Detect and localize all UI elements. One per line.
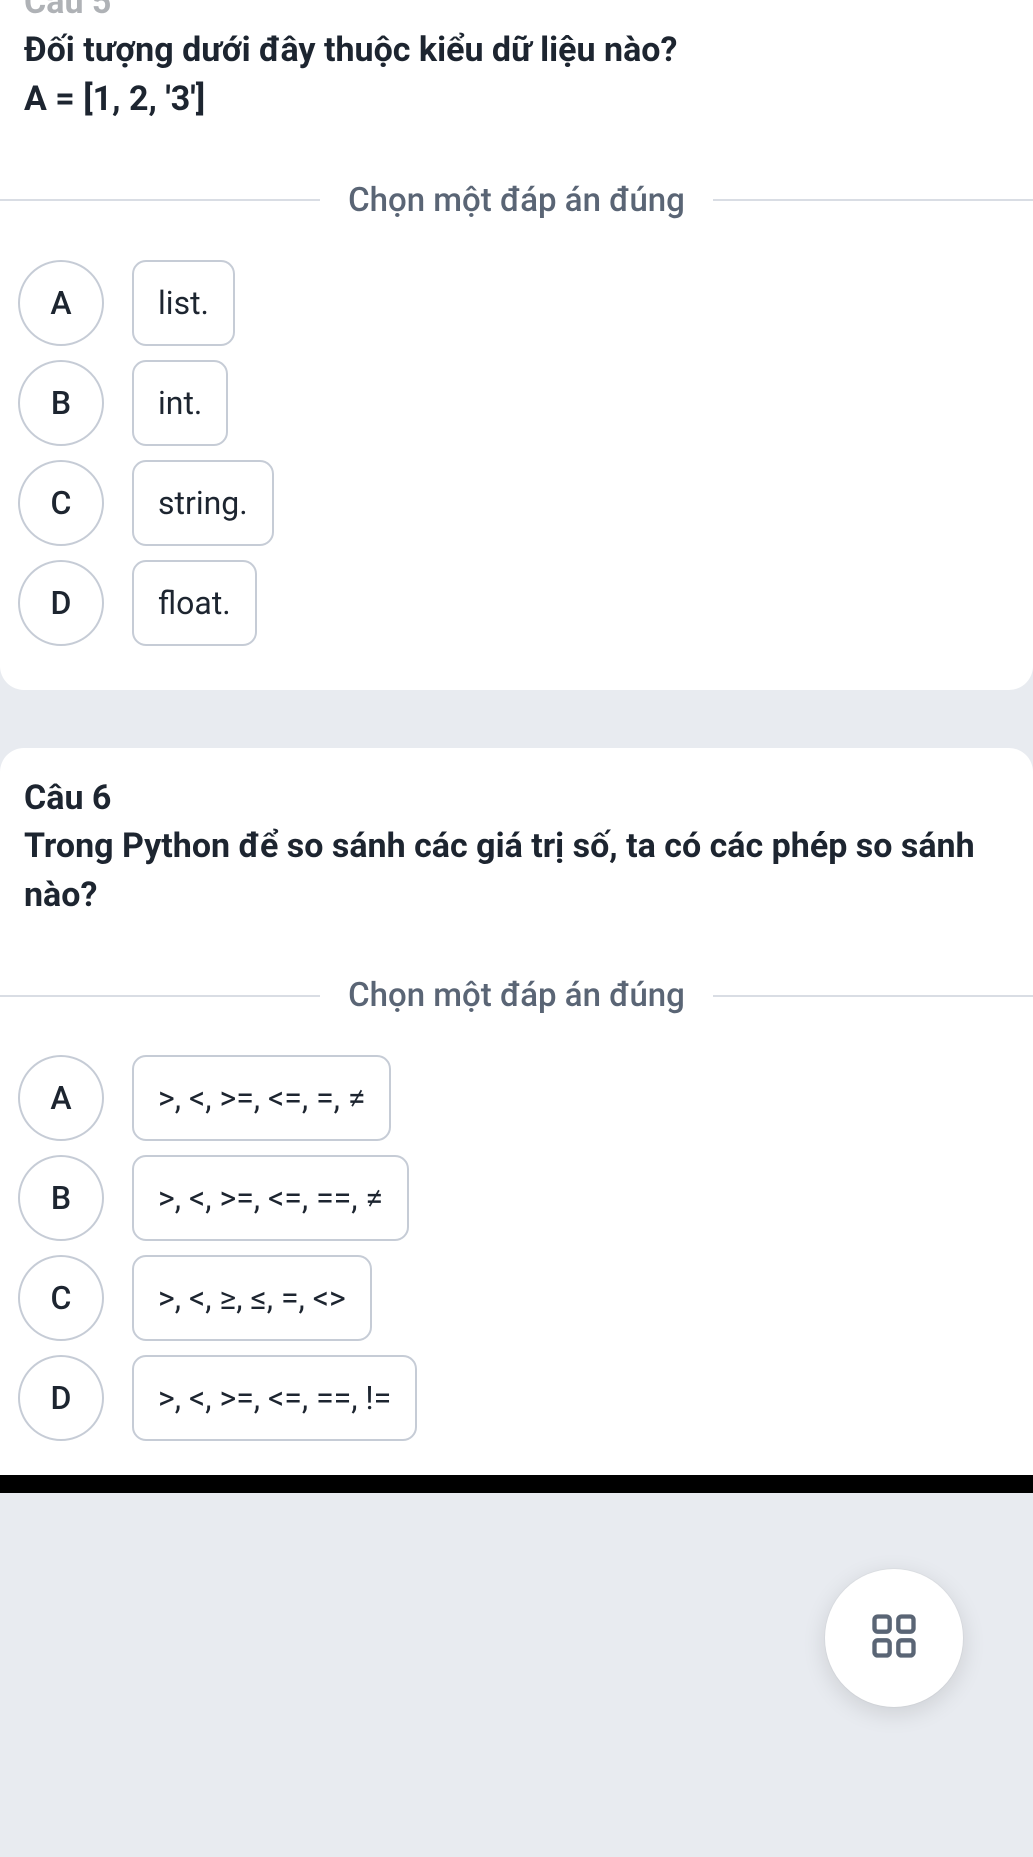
question-number: Câu 5 [24, 0, 1009, 22]
option-text: >, <, >=, <=, =, ≠ [132, 1055, 391, 1141]
question-text-line2: A = [1, 2, '3'] [24, 75, 1009, 124]
option-letter: D [18, 560, 104, 646]
question-header: Câu 6 Trong Python để so sánh các giá tr… [0, 778, 1033, 941]
option-text: string. [132, 460, 274, 546]
option-d[interactable]: D float. [18, 560, 1015, 646]
option-letter: C [18, 460, 104, 546]
option-b[interactable]: B >, <, >=, <=, ==, ≠ [18, 1155, 1015, 1241]
divider-line-left [0, 199, 320, 201]
divider-line-left [0, 995, 320, 997]
bottom-bar [0, 1475, 1033, 1493]
option-letter: D [18, 1355, 104, 1441]
option-b[interactable]: B int. [18, 360, 1015, 446]
option-text: >, <, >=, <=, ==, ≠ [132, 1155, 409, 1241]
question-text: Trong Python để so sánh các giá trị số, … [24, 822, 1009, 921]
option-letter: B [18, 1155, 104, 1241]
option-text: list. [132, 260, 235, 346]
question-header: Câu 5 Đối tượng dưới đây thuộc kiểu dữ l… [0, 0, 1033, 145]
option-text: int. [132, 360, 228, 446]
option-d[interactable]: D >, <, >=, <=, ==, != [18, 1355, 1015, 1441]
option-c[interactable]: C >, <, ≥, ≤, =, <> [18, 1255, 1015, 1341]
option-text: >, <, >=, <=, ==, != [132, 1355, 417, 1441]
question-card-5: Câu 5 Đối tượng dưới đây thuộc kiểu dữ l… [0, 0, 1033, 690]
option-text: float. [132, 560, 257, 646]
option-a[interactable]: A >, <, >=, <=, =, ≠ [18, 1055, 1015, 1141]
instruction-label: Chọn một đáp án đúng [320, 976, 713, 1015]
instruction-label: Chọn một đáp án đúng [320, 181, 713, 220]
question-number: Câu 6 [24, 778, 1009, 818]
options-list: A >, <, >=, <=, =, ≠ B >, <, >=, <=, ==,… [0, 1055, 1033, 1441]
divider-line-right [713, 995, 1033, 997]
options-list: A list. B int. C string. D float. [0, 260, 1033, 646]
option-letter: B [18, 360, 104, 446]
option-text: >, <, ≥, ≤, =, <> [132, 1255, 372, 1341]
grid-fab-button[interactable] [825, 1569, 963, 1707]
grid-icon [868, 1610, 920, 1666]
option-letter: A [18, 260, 104, 346]
instruction-divider: Chọn một đáp án đúng [0, 181, 1033, 220]
question-card-6: Câu 6 Trong Python để so sánh các giá tr… [0, 748, 1033, 1476]
option-a[interactable]: A list. [18, 260, 1015, 346]
divider-line-right [713, 199, 1033, 201]
option-letter: A [18, 1055, 104, 1141]
instruction-divider: Chọn một đáp án đúng [0, 976, 1033, 1015]
question-text-line1: Đối tượng dưới đây thuộc kiểu dữ liệu nà… [24, 26, 1009, 75]
option-c[interactable]: C string. [18, 460, 1015, 546]
option-letter: C [18, 1255, 104, 1341]
